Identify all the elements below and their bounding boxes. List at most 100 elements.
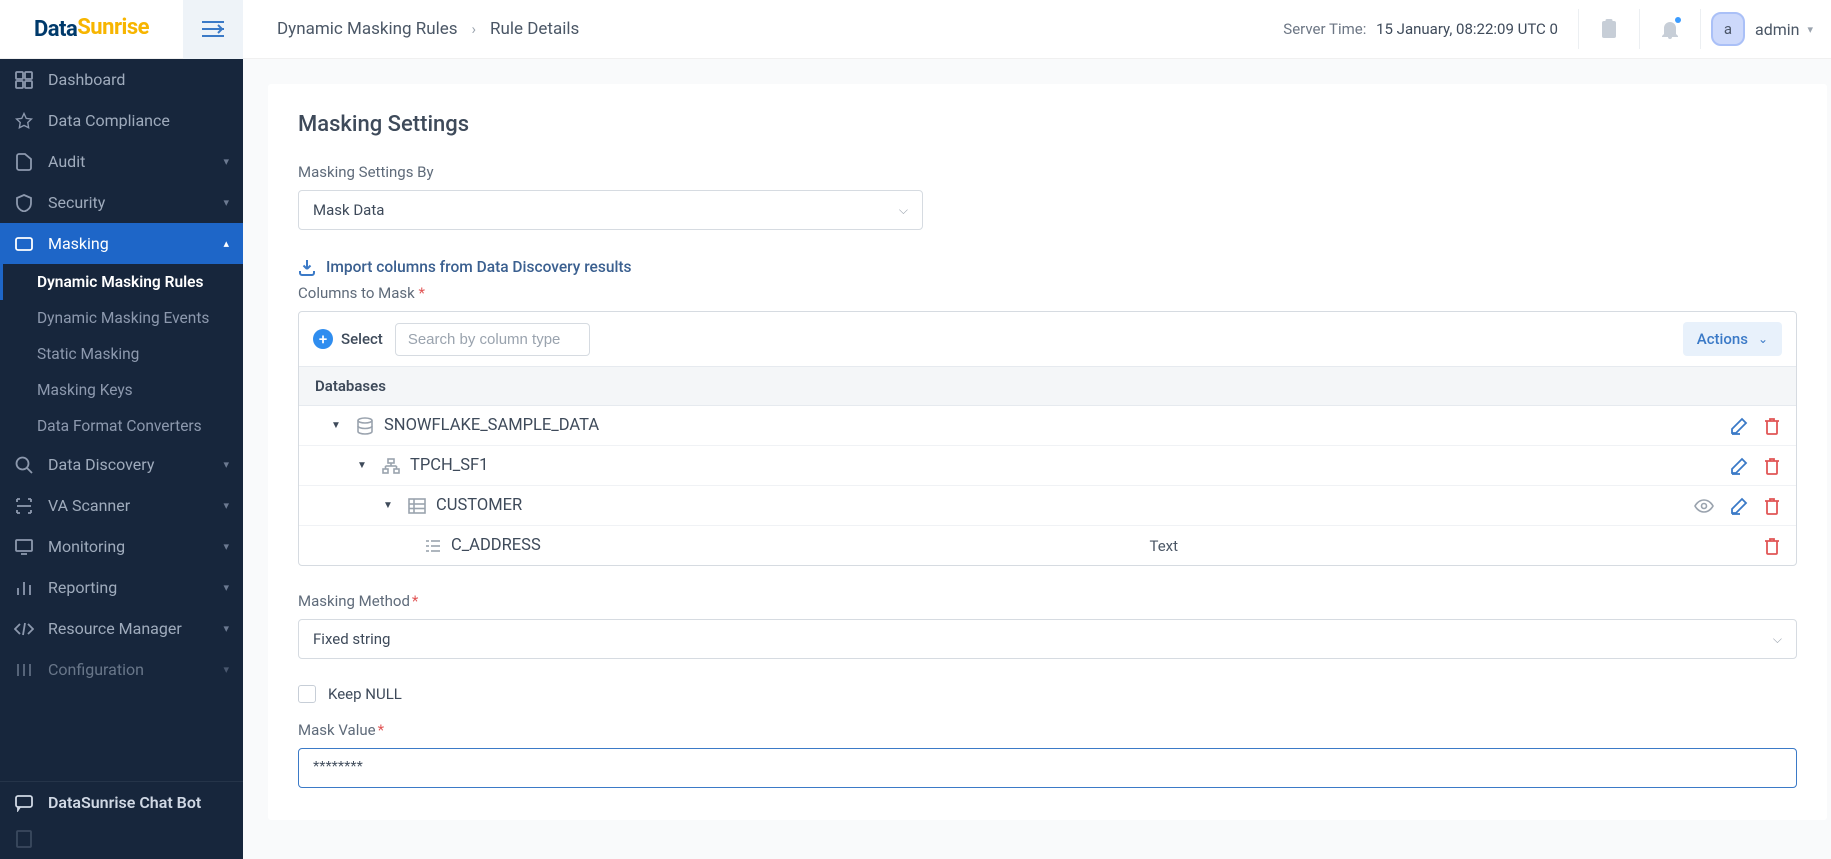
chevron-up-icon: ▴ xyxy=(223,237,229,250)
schema-name: TPCH_SF1 xyxy=(410,456,488,475)
search-icon xyxy=(14,456,34,474)
collapse-icon[interactable]: ▼ xyxy=(383,500,394,511)
shield-icon xyxy=(14,194,34,212)
columns-table: + Select Actions ⌄ Databases ▼ SNOWFLAKE… xyxy=(298,311,1797,566)
column-search-input[interactable] xyxy=(395,323,590,356)
plus-icon: + xyxy=(313,329,333,349)
sidebar-label: Monitoring xyxy=(48,537,209,556)
chevron-down-icon: ▾ xyxy=(1807,23,1813,36)
sidebar-label: Audit xyxy=(48,152,209,171)
import-link-text: Import columns from Data Discovery resul… xyxy=(326,258,632,276)
menu-collapse-icon xyxy=(202,20,224,38)
sidebar-label: Resource Manager xyxy=(48,619,209,638)
sidebar-item-chatbot[interactable]: DataSunrise Chat Bot xyxy=(0,782,243,823)
tree-row-column[interactable]: C_ADDRESS Text xyxy=(299,526,1796,565)
schema-icon xyxy=(382,458,400,474)
sidebar-sub-dynamic-events[interactable]: Dynamic Masking Events xyxy=(0,300,243,336)
sidebar-sub-static[interactable]: Static Masking xyxy=(0,336,243,372)
sidebar-item-discovery[interactable]: Data Discovery ▾ xyxy=(0,444,243,485)
checkbox[interactable] xyxy=(298,685,316,703)
sidebar-label: DataSunrise Chat Bot xyxy=(48,793,229,812)
table-name: CUSTOMER xyxy=(436,496,522,515)
databases-header: Databases xyxy=(299,366,1796,406)
sidebar-label: Security xyxy=(48,193,209,212)
sidebar-label: VA Scanner xyxy=(48,496,209,515)
edit-button[interactable] xyxy=(1730,417,1748,435)
logo[interactable]: DataSunrise xyxy=(0,0,183,59)
sidebar-sub-dynamic-rules[interactable]: Dynamic Masking Rules xyxy=(0,264,243,300)
scanner-icon xyxy=(14,497,34,515)
sidebar-item-resource-manager[interactable]: Resource Manager ▾ xyxy=(0,608,243,649)
server-time-label: Server Time: xyxy=(1283,20,1366,38)
collapse-icon[interactable]: ▼ xyxy=(357,460,368,471)
columns-toolbar: + Select Actions ⌄ xyxy=(299,312,1796,366)
column-name: C_ADDRESS xyxy=(451,536,541,555)
field-label-mask-value: Mask Value xyxy=(298,721,1797,739)
tree-row-schema[interactable]: ▼ TPCH_SF1 xyxy=(299,446,1796,486)
edit-button[interactable] xyxy=(1730,457,1748,475)
view-button[interactable] xyxy=(1694,499,1714,513)
chevron-down-icon: ▾ xyxy=(223,458,229,471)
settings-card: Masking Settings Masking Settings By Mas… xyxy=(268,84,1827,820)
actions-dropdown[interactable]: Actions ⌄ xyxy=(1683,322,1782,356)
tree-row-table[interactable]: ▼ CUSTOMER xyxy=(299,486,1796,526)
delete-button[interactable] xyxy=(1764,497,1780,515)
sidebar-label: Configuration xyxy=(48,660,209,679)
chevron-down-icon: ▾ xyxy=(223,499,229,512)
topbar-right: Server Time: 15 January, 08:22:09 UTC 0 … xyxy=(1283,9,1831,49)
sidebar-item-dashboard[interactable]: Dashboard xyxy=(0,59,243,100)
collapse-sidebar-button[interactable] xyxy=(183,0,243,59)
tree-row-database[interactable]: ▼ SNOWFLAKE_SAMPLE_DATA xyxy=(299,406,1796,446)
divider xyxy=(1639,9,1640,49)
sidebar-label: Data Discovery xyxy=(48,455,209,474)
page-title: Masking Settings xyxy=(298,112,1797,137)
keep-null-row[interactable]: Keep NULL xyxy=(298,685,1797,703)
monitor-icon xyxy=(14,539,34,555)
chevron-down-icon: ▾ xyxy=(223,622,229,635)
mask-value-input[interactable] xyxy=(298,748,1797,788)
database-name: SNOWFLAKE_SAMPLE_DATA xyxy=(384,416,599,435)
field-label-method: Masking Method xyxy=(298,592,1797,610)
chevron-down-icon: ⌄ xyxy=(1758,332,1768,346)
sidebar-item-reporting[interactable]: Reporting ▾ xyxy=(0,567,243,608)
sidebar-label: Data Compliance xyxy=(48,111,229,130)
sidebar-item-audit[interactable]: Audit ▾ xyxy=(0,141,243,182)
avatar[interactable]: a xyxy=(1711,12,1745,46)
edit-button[interactable] xyxy=(1730,497,1748,515)
server-time-value: 15 January, 08:22:09 UTC 0 xyxy=(1376,20,1558,38)
clipboard-button[interactable] xyxy=(1589,9,1629,49)
database-icon xyxy=(356,417,374,435)
chevron-down-icon: ▾ xyxy=(223,196,229,209)
dashboard-icon xyxy=(14,71,34,89)
sidebar-item-docs[interactable] xyxy=(0,823,243,859)
table-icon xyxy=(408,498,426,514)
breadcrumb-parent[interactable]: Dynamic Masking Rules xyxy=(277,19,458,39)
chevron-down-icon: ▾ xyxy=(223,540,229,553)
delete-button[interactable] xyxy=(1764,457,1780,475)
chart-icon xyxy=(14,579,34,597)
sidebar-sub-converters[interactable]: Data Format Converters xyxy=(0,408,243,444)
select-columns-button[interactable]: + Select xyxy=(313,329,383,349)
user-menu[interactable]: admin ▾ xyxy=(1755,20,1813,39)
delete-button[interactable] xyxy=(1764,537,1780,555)
column-icon xyxy=(425,539,441,553)
sidebar-item-monitoring[interactable]: Monitoring ▾ xyxy=(0,526,243,567)
collapse-icon[interactable]: ▼ xyxy=(331,420,342,431)
chevron-down-icon: ▾ xyxy=(223,155,229,168)
user-name: admin xyxy=(1755,20,1799,39)
sidebar-label: Dashboard xyxy=(48,70,229,89)
sidebar-item-security[interactable]: Security ▾ xyxy=(0,182,243,223)
sidebar-item-masking[interactable]: Masking ▴ xyxy=(0,223,243,264)
settings-by-select[interactable]: Mask Data ⌵ xyxy=(298,190,923,230)
import-columns-link[interactable]: Import columns from Data Discovery resul… xyxy=(298,258,1797,276)
breadcrumb-current: Rule Details xyxy=(490,19,579,39)
masking-method-select[interactable]: Fixed string ⌵ xyxy=(298,619,1797,659)
sidebar-item-compliance[interactable]: Data Compliance xyxy=(0,100,243,141)
sidebar: Dashboard Data Compliance Audit ▾ Securi… xyxy=(0,59,243,859)
actions-label: Actions xyxy=(1697,330,1748,348)
sidebar-item-configuration[interactable]: Configuration ▾ xyxy=(0,649,243,690)
delete-button[interactable] xyxy=(1764,417,1780,435)
sidebar-item-va-scanner[interactable]: VA Scanner ▾ xyxy=(0,485,243,526)
sidebar-sub-keys[interactable]: Masking Keys xyxy=(0,372,243,408)
notifications-button[interactable] xyxy=(1650,9,1690,49)
